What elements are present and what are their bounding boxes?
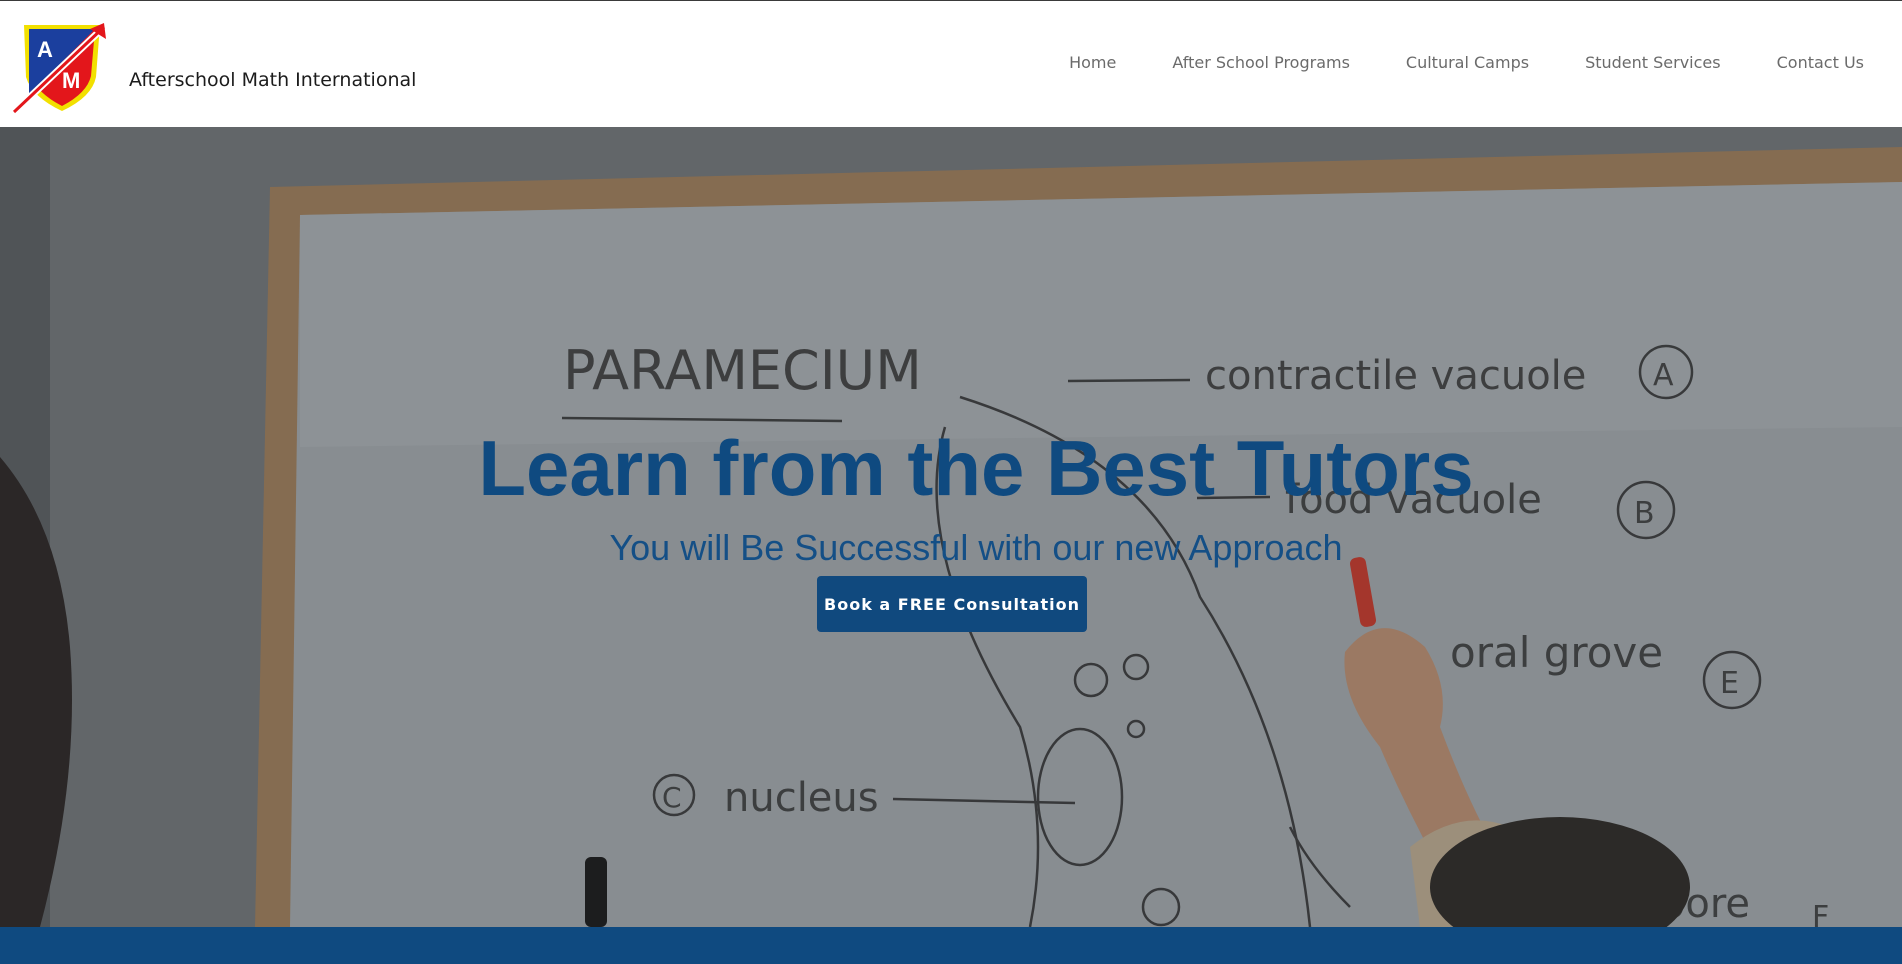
book-consultation-button[interactable]: Book a FREE Consultation [817,576,1087,632]
hero-title: Learn from the Best Tutors [478,424,1474,512]
site-header: A M Afterschool Math International Home … [0,1,1902,127]
main-nav: Home After School Programs Cultural Camp… [1013,53,1864,72]
hero-subtitle: You will Be Successful with our new Appr… [609,527,1343,568]
logo-letter-a: A [37,37,53,62]
bottom-band [0,927,1902,964]
nav-after-school-programs[interactable]: After School Programs [1172,53,1350,72]
nav-home[interactable]: Home [1069,53,1116,72]
nav-student-services[interactable]: Student Services [1585,53,1721,72]
shield-logo-icon[interactable]: A M [12,19,107,114]
site-name[interactable]: Afterschool Math International [129,69,416,91]
hero-section: PARAMECIUM contractile vacuole A food va… [0,127,1902,927]
nav-cultural-camps[interactable]: Cultural Camps [1406,53,1529,72]
brand[interactable]: A M Afterschool Math International [12,19,416,114]
logo-letter-m: M [62,68,80,93]
nav-contact-us[interactable]: Contact Us [1777,53,1864,72]
